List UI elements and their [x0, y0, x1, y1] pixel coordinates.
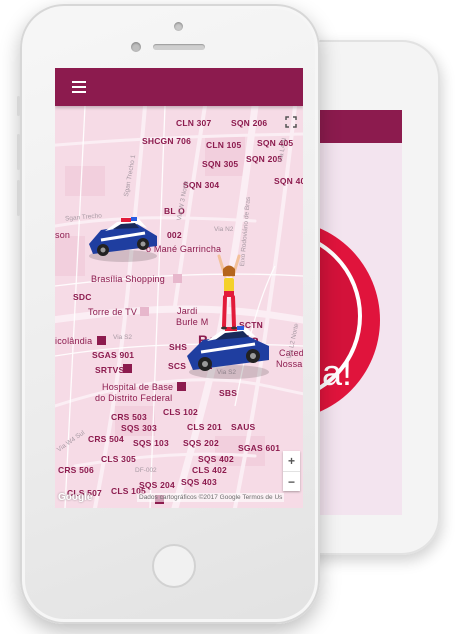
place-label: SGAS 901 — [92, 350, 135, 360]
app-top-bar — [55, 68, 303, 106]
fullscreen-icon[interactable] — [285, 116, 297, 128]
place-label: SQN 305 — [202, 159, 239, 169]
place-label: CLN 307 — [176, 118, 212, 128]
home-button[interactable] — [152, 544, 196, 588]
place-label: Jardi — [177, 306, 198, 316]
google-logo: Google — [58, 492, 93, 503]
volume-down-button — [17, 180, 20, 216]
place-label: SQS 403 — [181, 477, 217, 487]
hamburger-menu-icon[interactable] — [72, 81, 86, 93]
place-label: CRS 503 — [111, 412, 147, 422]
place-label: Torre de TV — [88, 307, 138, 317]
street-label: Via N2 — [214, 226, 234, 233]
app-screen: CLN 307 SQN 206 SHCGN 706 CLN 105 SQN 40… — [55, 68, 303, 508]
place-label: Hospital de Base — [102, 382, 174, 392]
place-label: Brasília Shopping — [91, 274, 165, 284]
place-label: SQS 103 — [133, 438, 169, 448]
place-label: CRS 506 — [58, 465, 94, 475]
place-label: CLS 201 — [187, 422, 222, 432]
place-label: SQN 206 — [231, 118, 268, 128]
place-marker[interactable] — [97, 336, 106, 345]
zoom-in-button[interactable]: + — [283, 451, 300, 472]
place-label: SQS 303 — [121, 423, 157, 433]
map-view[interactable]: CLN 307 SQN 206 SHCGN 706 CLN 105 SQN 40… — [55, 106, 303, 508]
street-label: DF-002 — [135, 467, 157, 474]
place-label: CLS 305 — [101, 454, 136, 464]
woman-figure-icon — [217, 254, 241, 330]
place-label: SQS 402 — [198, 454, 234, 464]
map-attribution[interactable]: Dados cartográficos ©2017 Google Termos … — [137, 493, 285, 502]
place-label: CLS 402 — [192, 465, 227, 475]
zoom-control: + − — [283, 451, 300, 491]
place-label: 002 — [167, 230, 182, 240]
front-camera-icon — [174, 22, 183, 31]
place-label: icolândia — [55, 336, 93, 346]
place-label: SBS — [219, 388, 238, 398]
place-label: SDC — [73, 292, 92, 302]
volume-up-button — [17, 134, 20, 170]
hospital-marker[interactable] — [177, 382, 186, 391]
zoom-out-button[interactable]: − — [283, 472, 300, 492]
place-label: SQS 202 — [183, 438, 219, 448]
place-label: do Distrito Federal — [95, 393, 173, 403]
sensor-icon — [131, 42, 141, 52]
place-label: SAUS — [231, 422, 256, 432]
shopping-marker[interactable] — [173, 274, 182, 283]
place-label: Nossa — [276, 359, 303, 369]
place-label: SGAS 601 — [238, 443, 281, 453]
police-car-icon[interactable] — [83, 214, 163, 264]
earpiece-speaker — [153, 44, 205, 50]
street-label: Via S2 — [113, 334, 133, 341]
place-label: CLN 105 — [206, 140, 242, 150]
place-label: CRS 504 — [88, 434, 124, 444]
mute-switch — [17, 96, 20, 116]
place-label: SRTVS — [95, 365, 125, 375]
place-label: SHCGN 706 — [142, 136, 192, 146]
place-label: son — [55, 230, 71, 240]
place-label: SQN 40 — [274, 176, 303, 186]
place-label: CLS 102 — [163, 407, 198, 417]
place-marker[interactable] — [123, 364, 132, 373]
tv-tower-marker[interactable] — [140, 307, 149, 316]
